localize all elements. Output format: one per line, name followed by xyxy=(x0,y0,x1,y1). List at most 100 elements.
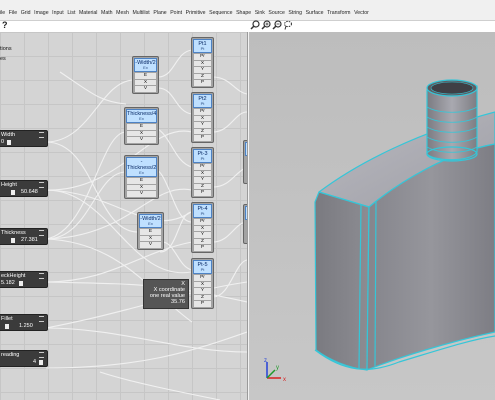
input-port[interactable]: E xyxy=(135,73,156,79)
menu-item-math[interactable]: Math xyxy=(101,10,113,16)
menu-item-sink[interactable]: Sink xyxy=(255,10,265,16)
menu-item-list[interactable]: List xyxy=(67,10,75,16)
input-port[interactable]: E xyxy=(127,124,156,130)
3d-viewport[interactable]: z x y xyxy=(249,32,495,400)
port-pr[interactable]: Pr xyxy=(194,164,211,170)
input-port[interactable]: X xyxy=(127,130,156,137)
output-port[interactable]: V xyxy=(140,242,161,248)
input-port[interactable]: X xyxy=(140,235,161,242)
slider-menu-icon[interactable] xyxy=(39,352,44,358)
node-header: -Thickness/2 Ex xyxy=(126,157,157,177)
port-z[interactable]: Z xyxy=(194,238,211,245)
port-pr[interactable]: Pr xyxy=(194,109,211,115)
slider-thickness[interactable]: Thickness 27.381 xyxy=(0,228,48,245)
slider-menu-icon[interactable] xyxy=(39,182,44,188)
point-node-pt1[interactable]: Pt1 Pt Pr X Y Z P xyxy=(191,37,214,88)
bottle-model: z x y xyxy=(264,79,495,383)
port-p[interactable]: P xyxy=(194,245,211,251)
port-x[interactable]: X xyxy=(194,225,211,232)
menu-item-ile[interactable]: ile xyxy=(0,10,5,16)
expression-node-neg-width-2[interactable]: -Width/2 Ex E X V xyxy=(137,212,164,250)
slider-grip[interactable] xyxy=(11,238,15,243)
zoom-in-icon[interactable] xyxy=(261,20,271,30)
slider-grip[interactable] xyxy=(5,324,9,329)
port-x[interactable]: X xyxy=(194,170,211,177)
port-z[interactable]: Z xyxy=(194,294,211,301)
point-node-pt3[interactable]: Pt-3 Pt Pr X Y Z P xyxy=(191,147,214,198)
slider-value: 5.182 xyxy=(1,280,15,286)
slider-width[interactable]: Width 0 xyxy=(0,130,48,147)
menu-item-multilist[interactable]: Multilist xyxy=(132,10,149,16)
port-y[interactable]: Y xyxy=(194,122,211,128)
slider-menu-icon[interactable] xyxy=(39,230,44,236)
menu-item-point[interactable]: Point xyxy=(170,10,182,16)
expression-node-thickness-quarter[interactable]: Thickness/4 Ex E X V xyxy=(124,107,159,145)
port-x[interactable]: X xyxy=(194,281,211,288)
slider-grip[interactable] xyxy=(19,281,23,286)
input-port[interactable]: E xyxy=(127,178,156,184)
port-z[interactable]: Z xyxy=(194,73,211,80)
slider-grip[interactable] xyxy=(11,190,15,195)
menu-item-file[interactable]: File xyxy=(9,10,17,16)
menu-item-transform[interactable]: Transform xyxy=(327,10,350,16)
port-tooltip: X X coordinate one real value 35.76 xyxy=(143,279,189,309)
slider-value: 50.648 xyxy=(21,189,38,195)
port-pr[interactable]: Pr xyxy=(194,54,211,60)
expression-node-neg-thickness-half[interactable]: -Thickness/2 Ex E X V xyxy=(124,155,159,199)
slider-neck-height[interactable]: eckHeight 5.182 xyxy=(0,271,48,288)
output-port[interactable]: V xyxy=(135,86,156,92)
menu-item-source[interactable]: Source xyxy=(268,10,284,16)
slider-menu-icon[interactable] xyxy=(39,132,44,138)
port-p[interactable]: P xyxy=(194,80,211,86)
menu-item-grid[interactable]: Grid xyxy=(21,10,31,16)
port-z[interactable]: Z xyxy=(194,183,211,190)
menu-item-plane[interactable]: Plane xyxy=(153,10,166,16)
menu-item-surface[interactable]: Surface xyxy=(306,10,324,16)
menu-item-material[interactable]: Material xyxy=(79,10,97,16)
menu-item-image[interactable]: Image xyxy=(34,10,48,16)
input-port[interactable]: E xyxy=(140,229,161,235)
node-subtitle: Pt xyxy=(200,267,205,272)
slider-menu-icon[interactable] xyxy=(39,273,44,279)
menu-item-shape[interactable]: Shape xyxy=(236,10,251,16)
input-port[interactable]: X xyxy=(127,184,156,191)
port-p[interactable]: P xyxy=(194,190,211,196)
port-y[interactable]: Y xyxy=(194,288,211,294)
slider-menu-icon[interactable] xyxy=(39,316,44,322)
slider-threading[interactable]: reading 4 xyxy=(0,350,48,367)
slider-fillet[interactable]: Fillet 1.250 xyxy=(0,314,48,331)
port-x[interactable]: X xyxy=(194,115,211,122)
point-node-pt5[interactable]: Pt-5 Pt Pr X Y Z P xyxy=(191,258,214,309)
slider-label: Width xyxy=(1,132,16,138)
port-p[interactable]: P xyxy=(194,301,211,307)
zoom-icon[interactable] xyxy=(250,20,260,30)
slider-grip[interactable] xyxy=(7,140,11,145)
expression-node-neg-width[interactable]: -Width/2 Ex E X V xyxy=(132,56,159,94)
menu-item-string[interactable]: String xyxy=(288,10,302,16)
port-y[interactable]: Y xyxy=(194,232,211,238)
port-z[interactable]: Z xyxy=(194,128,211,135)
help-button[interactable]: ? xyxy=(2,20,8,30)
slider-height[interactable]: Height 50.648 xyxy=(0,180,48,197)
menu-item-mesh[interactable]: Mesh xyxy=(116,10,129,16)
output-port[interactable]: V xyxy=(127,137,156,143)
port-pr[interactable]: Pr xyxy=(194,275,211,281)
zoom-out-icon[interactable] xyxy=(272,20,282,30)
group-subtitle-fragment: es xyxy=(0,56,6,62)
point-node-pt4[interactable]: Pt-4 Pt Pr X Y Z P xyxy=(191,202,214,253)
port-pr[interactable]: Pr xyxy=(194,219,211,225)
output-port[interactable]: V xyxy=(127,191,156,197)
menu-item-sequence[interactable]: Sequence xyxy=(209,10,232,16)
point-node-pt2[interactable]: Pt2 Pt Pr X Y Z P xyxy=(191,92,214,143)
port-p[interactable]: P xyxy=(194,135,211,141)
port-y[interactable]: Y xyxy=(194,177,211,183)
port-x[interactable]: X xyxy=(194,60,211,67)
node-canvas[interactable]: tions es Width 0 Height 50.648 Thickness… xyxy=(0,32,247,400)
menu-item-input[interactable]: Input xyxy=(52,10,64,16)
input-port[interactable]: X xyxy=(135,79,156,86)
slider-grip[interactable] xyxy=(39,360,43,365)
lasso-icon[interactable] xyxy=(283,20,293,30)
menu-item-primitive[interactable]: Primitive xyxy=(186,10,206,16)
menu-item-vector[interactable]: Vector xyxy=(354,10,369,16)
port-y[interactable]: Y xyxy=(194,67,211,73)
